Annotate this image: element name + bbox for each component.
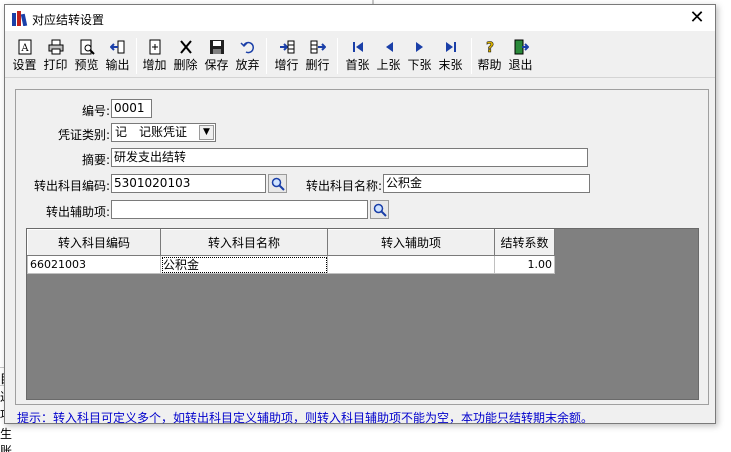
- preview-label: 预览: [74, 58, 99, 72]
- voucher-type-select[interactable]: 记 记账凭证 ▼: [111, 123, 216, 142]
- settings-button[interactable]: A 设置: [9, 36, 40, 76]
- last-record-icon: [445, 42, 456, 52]
- magnifier-icon: [373, 203, 387, 217]
- background-text-fragment: 生账: [0, 427, 13, 452]
- svg-text:A: A: [20, 43, 29, 54]
- delete-row-icon: [310, 40, 326, 54]
- print-button[interactable]: 打印: [40, 36, 71, 76]
- out-auxiliary-field[interactable]: [111, 200, 368, 219]
- preview-icon: [80, 39, 95, 55]
- voucher-type-value: 记 记账凭证: [115, 125, 188, 139]
- number-field[interactable]: 0001: [111, 99, 152, 118]
- toolbar-separator: [136, 38, 137, 74]
- last-record-label: 末张: [438, 58, 463, 72]
- close-button[interactable]: ✕: [685, 7, 709, 29]
- previous-record-label: 上张: [376, 58, 401, 72]
- cell-coefficient[interactable]: 1.00: [494, 255, 555, 274]
- printer-icon: [48, 39, 63, 55]
- summary-label: 摘要:: [81, 153, 110, 167]
- out-account-lookup-button[interactable]: [268, 174, 287, 193]
- svg-text:?: ?: [485, 40, 493, 55]
- settings-label: 设置: [12, 58, 37, 72]
- add-button[interactable]: 增加: [139, 36, 170, 76]
- app-books-icon: [12, 11, 28, 26]
- form-panel: 编号: 0001 凭证类别: 记 记账凭证 ▼ 摘要: 研发支出结转 转出科目编…: [15, 89, 709, 405]
- cell-in-auxiliary[interactable]: [327, 255, 495, 274]
- cell-in-account-code[interactable]: 66021003: [27, 255, 161, 274]
- help-icon: ?: [485, 40, 494, 57]
- exit-icon: [514, 39, 529, 55]
- toolbar-separator: [471, 38, 472, 74]
- out-account-name-label: 转出科目名称:: [305, 179, 382, 193]
- toolbar: A 设置 打印 预览 输出 增加 删除 保存 放弃 增行 删行 首张 上张 下张…: [5, 32, 715, 78]
- toolbar-separator: [266, 38, 267, 74]
- insert-row-icon: [279, 40, 294, 54]
- out-account-code-field[interactable]: 5301020103: [111, 174, 266, 193]
- hint-text: 提示：转入科目可定义多个，如转出科目定义辅助项，则转入科目辅助项不能为空，本功能…: [17, 411, 594, 425]
- help-button[interactable]: ? 帮助: [474, 36, 505, 76]
- close-icon: ✕: [689, 7, 705, 28]
- settings-icon: A: [18, 39, 31, 55]
- grid-header-row: 转入科目编码 转入科目名称 转入辅助项 结转系数: [27, 229, 555, 256]
- out-auxiliary-lookup-button[interactable]: [370, 200, 389, 219]
- first-record-icon: [352, 42, 363, 52]
- exit-label: 退出: [508, 58, 533, 72]
- insert-row-button[interactable]: 增行: [271, 36, 302, 76]
- transfer-in-table: 转入科目编码 转入科目名称 转入辅助项 结转系数 66021003 公积金 1.…: [27, 229, 555, 274]
- export-icon: [109, 40, 124, 54]
- column-header-in-account-code[interactable]: 转入科目编码: [27, 229, 161, 256]
- delete-row-button[interactable]: 删行: [302, 36, 333, 76]
- summary-field[interactable]: 研发支出结转: [111, 148, 588, 167]
- magnifier-icon: [271, 177, 285, 191]
- undo-button[interactable]: 放弃: [232, 36, 263, 76]
- delete-button[interactable]: 删除: [170, 36, 201, 76]
- last-record-button[interactable]: 末张: [435, 36, 466, 76]
- add-label: 增加: [142, 58, 167, 72]
- next-record-button[interactable]: 下张: [404, 36, 435, 76]
- delete-row-label: 删行: [305, 58, 330, 72]
- save-label: 保存: [204, 58, 229, 72]
- previous-record-button[interactable]: 上张: [373, 36, 404, 76]
- out-auxiliary-label: 转出辅助项:: [45, 205, 110, 219]
- undo-label: 放弃: [235, 58, 260, 72]
- save-button[interactable]: 保存: [201, 36, 232, 76]
- undo-icon: [239, 41, 254, 54]
- add-icon: [149, 39, 160, 55]
- number-label: 编号:: [81, 104, 110, 118]
- title-bar[interactable]: 对应结转设置 ✕: [5, 5, 715, 31]
- voucher-type-label: 凭证类别:: [57, 128, 110, 142]
- column-header-coefficient[interactable]: 结转系数: [494, 229, 555, 256]
- next-record-icon: [415, 42, 423, 52]
- column-header-in-account-name[interactable]: 转入科目名称: [160, 229, 328, 256]
- save-icon: [209, 40, 224, 54]
- transfer-in-grid[interactable]: 转入科目编码 转入科目名称 转入辅助项 结转系数 66021003 公积金 1.…: [26, 228, 699, 400]
- export-label: 输出: [105, 58, 130, 72]
- cell-in-account-name[interactable]: 公积金: [160, 255, 328, 274]
- print-label: 打印: [43, 58, 68, 72]
- column-header-in-auxiliary[interactable]: 转入辅助项: [327, 229, 495, 256]
- transfer-settings-dialog: 对应结转设置 ✕ A 设置 打印 预览 输出 增加 删除 保存 放弃 增行 删行…: [4, 4, 716, 425]
- toolbar-separator: [337, 38, 338, 74]
- exit-button[interactable]: 退出: [505, 36, 536, 76]
- first-record-button[interactable]: 首张: [342, 36, 373, 76]
- dialog-title: 对应结转设置: [32, 13, 105, 27]
- delete-label: 删除: [173, 58, 198, 72]
- delete-icon: [179, 40, 192, 54]
- table-row[interactable]: 66021003 公积金 1.00: [27, 255, 555, 274]
- previous-record-icon: [385, 42, 393, 52]
- export-button[interactable]: 输出: [102, 36, 133, 76]
- chevron-down-icon[interactable]: ▼: [199, 125, 214, 140]
- next-record-label: 下张: [407, 58, 432, 72]
- preview-button[interactable]: 预览: [71, 36, 102, 76]
- insert-row-label: 增行: [274, 58, 299, 72]
- first-record-label: 首张: [345, 58, 370, 72]
- out-account-code-label: 转出科目编码:: [33, 179, 110, 193]
- help-label: 帮助: [477, 58, 502, 72]
- out-account-name-field[interactable]: 公积金: [383, 174, 590, 193]
